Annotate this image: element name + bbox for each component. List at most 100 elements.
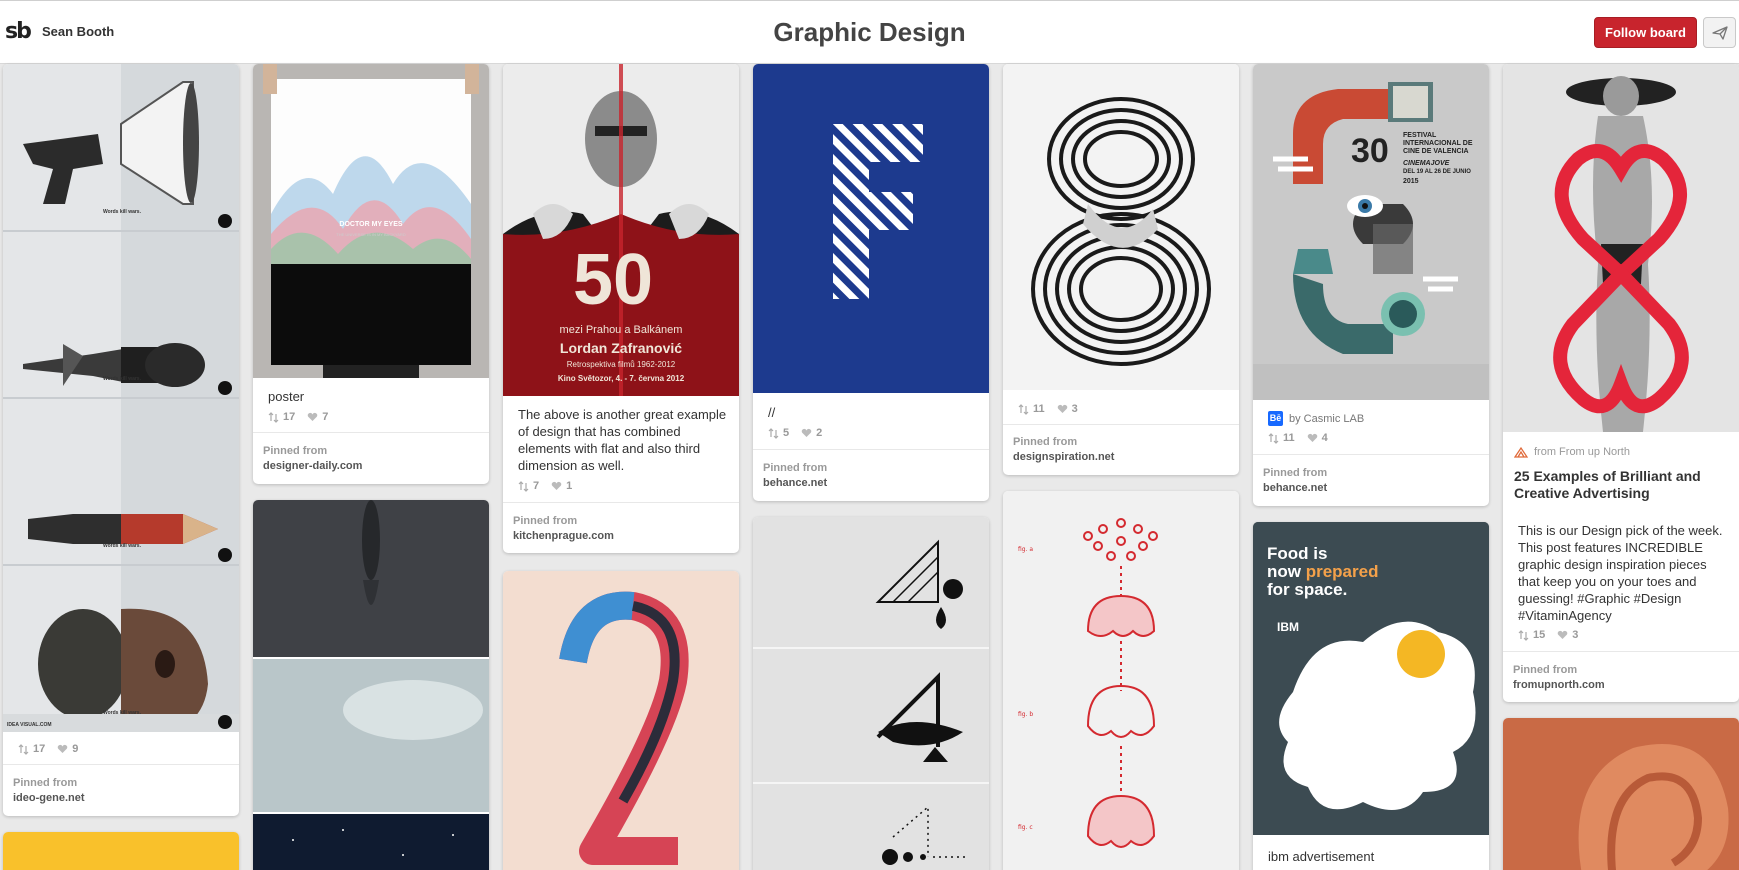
repin-count[interactable]: 11 <box>1268 432 1295 444</box>
pin-yellow[interactable] <box>3 832 239 870</box>
pin-source-domain[interactable]: designspiration.net <box>1013 451 1114 463</box>
follow-board-button[interactable]: Follow board <box>1594 17 1697 48</box>
ad-headline-line-1: Food is <box>1267 544 1328 563</box>
pin-attribution[interactable]: Bē by Casmic LAB <box>1268 411 1364 426</box>
pin-attribution[interactable]: from From up North <box>1514 446 1630 458</box>
heart-icon <box>551 481 562 490</box>
heart-icon <box>1307 433 1317 442</box>
pin-ideo-gene[interactable]: Words kill wars. Words kill wars. Words … <box>3 64 239 816</box>
repin-count[interactable]: 7 <box>518 480 539 492</box>
pinned-from-label: Pinned from <box>13 777 78 789</box>
attribution-text: from From up North <box>1534 446 1630 458</box>
like-count[interactable]: 9 <box>57 743 78 755</box>
poster-line-2: Lordan Zafranović <box>559 340 683 356</box>
pin-ear[interactable] <box>1503 718 1739 870</box>
pin-image-minimal-landscape[interactable] <box>253 500 489 870</box>
pin-stats: 17 7 <box>268 411 328 423</box>
repin-count[interactable]: 11 <box>1018 403 1045 415</box>
repin-icon <box>1018 403 1029 415</box>
user-name[interactable]: Sean Booth <box>42 24 114 39</box>
poster-text-dates: DEL 19 AL 26 DE JUNIO <box>1403 169 1471 175</box>
pin-image-doctor-my-eyes[interactable]: DOCTOR MY EYES THE UNIVERSE IS IN MY BAC… <box>253 64 489 378</box>
pin-image-lordan-zafranovic[interactable]: 50 mezi Prahou a Balkánem Lordan Zafrano… <box>503 64 739 396</box>
heart-icon <box>1557 630 1568 639</box>
pin-number-two[interactable] <box>503 571 739 870</box>
pin-description: This is our Design pick of the week. Thi… <box>1518 523 1723 623</box>
poster-subtitle: THE UNIVERSE IS IN MY BACKYARD <box>336 232 406 237</box>
pin-source-domain[interactable]: ideo-gene.net <box>13 792 85 804</box>
pin-image-ibm-food-for-space[interactable]: Food is now prepared for space. IBM <box>1253 522 1489 835</box>
pin-from-up-north[interactable]: from From up North 25 Examples of Brilli… <box>1503 64 1739 702</box>
pin-divider <box>253 432 489 433</box>
pin-image-words-kill-wars[interactable]: Words kill wars. Words kill wars. Words … <box>3 64 239 732</box>
like-count[interactable]: 3 <box>1057 403 1078 415</box>
pin-doctor-my-eyes[interactable]: DOCTOR MY EYES THE UNIVERSE IS IN MY BAC… <box>253 64 489 484</box>
repin-icon <box>1268 432 1279 444</box>
pin-stats: 11 4 <box>1268 432 1328 444</box>
poster-caption: Words kill wars. <box>103 710 141 716</box>
repin-icon <box>518 480 529 492</box>
pin-stats: 7 1 <box>518 480 572 492</box>
pin-ibm-advertisement[interactable]: Food is now prepared for space. IBM ibm … <box>1253 522 1489 870</box>
heart-icon <box>57 744 68 753</box>
pin-image-number-eight[interactable] <box>1003 64 1239 390</box>
pin-red-jellyfish[interactable]: fig. a fig. b fig. c <box>1003 491 1239 870</box>
pin-image-swimsuit-figure-eight[interactable] <box>1503 64 1739 432</box>
pin-source-domain[interactable]: behance.net <box>763 477 827 489</box>
like-count[interactable]: 3 <box>1557 629 1578 641</box>
pin-geometric-letters[interactable] <box>753 517 989 870</box>
repin-count[interactable]: 17 <box>268 411 295 423</box>
like-count[interactable]: 4 <box>1307 432 1328 444</box>
pin-image-number-two[interactable] <box>503 571 739 870</box>
like-count[interactable]: 7 <box>307 411 328 423</box>
pinned-from-label: Pinned from <box>513 515 578 527</box>
pin-stats: 5 2 <box>768 427 822 439</box>
top-bar: sb Sean Booth Graphic Design Follow boar… <box>0 0 1739 64</box>
pin-lordan-zafranovic[interactable]: 50 mezi Prahou a Balkánem Lordan Zafrano… <box>503 64 739 553</box>
pin-source-domain[interactable]: designer-daily.com <box>263 460 362 472</box>
pin-title[interactable]: 25 Examples of Brilliant and Creative Ad… <box>1514 468 1729 502</box>
like-count[interactable]: 1 <box>551 480 572 492</box>
heart-icon <box>307 412 318 421</box>
user-avatar-logo[interactable]: sb <box>5 19 33 45</box>
pin-divider <box>1253 454 1489 455</box>
poster-footer-text: IDEA VISUAL.COM <box>7 722 52 728</box>
poster-number: 50 <box>573 240 654 320</box>
pin-source-domain[interactable]: fromupnorth.com <box>1513 679 1605 691</box>
pin-divider <box>503 502 739 503</box>
pin-source-domain[interactable]: behance.net <box>1263 482 1327 494</box>
pin-image-cinemajove-poster[interactable]: 30 FESTIVAL INTERNACIONAL DE CINE DE VAL… <box>1253 64 1489 400</box>
pin-casmic-lab[interactable]: 30 FESTIVAL INTERNACIONAL DE CINE DE VAL… <box>1253 64 1489 506</box>
repin-icon <box>768 427 779 439</box>
ad-headline-line-3: for space. <box>1267 580 1348 599</box>
send-board-button[interactable] <box>1703 17 1736 48</box>
heart-icon <box>801 428 812 437</box>
repin-count[interactable]: 5 <box>768 427 789 439</box>
pin-divider <box>1503 651 1739 652</box>
pin-description: // <box>768 405 776 420</box>
pin-stats: 11 3 <box>1018 403 1078 415</box>
pin-number-eight[interactable]: 11 3 Pinned from designspiration.net <box>1003 64 1239 475</box>
pin-image-ear[interactable] <box>1503 718 1739 870</box>
like-count[interactable]: 2 <box>801 427 822 439</box>
pin-letter-f[interactable]: // 5 2 Pinned from behance.net <box>753 64 989 501</box>
ad-headline-line-2: now prepared <box>1267 562 1379 581</box>
pin-divider <box>3 764 239 765</box>
pinned-from-label: Pinned from <box>1513 664 1578 676</box>
svg-text:fig. c: fig. c <box>1018 824 1033 831</box>
repin-count[interactable]: 15 <box>1518 629 1545 641</box>
pin-divider <box>753 449 989 450</box>
poster-title: DOCTOR MY EYES <box>339 221 403 228</box>
pin-description: ibm advertisement <box>1268 849 1375 864</box>
pin-image-letter-f[interactable] <box>753 64 989 393</box>
pin-image-red-jellyfish[interactable]: fig. a fig. b fig. c <box>1003 491 1239 870</box>
heart-icon <box>1057 404 1067 413</box>
pin-image-geometric-letters[interactable] <box>753 517 989 870</box>
poster-line-1: mezi Prahou a Balkánem <box>559 324 683 336</box>
pin-source-domain[interactable]: kitchenprague.com <box>513 530 614 542</box>
repin-count[interactable]: 17 <box>18 743 45 755</box>
pin-minimal-landscape[interactable] <box>253 500 489 870</box>
pin-image-yellow[interactable] <box>3 832 239 870</box>
poster-text-cinemajove: CINEMAJOVE <box>1403 160 1450 167</box>
from-up-north-icon <box>1514 446 1528 458</box>
